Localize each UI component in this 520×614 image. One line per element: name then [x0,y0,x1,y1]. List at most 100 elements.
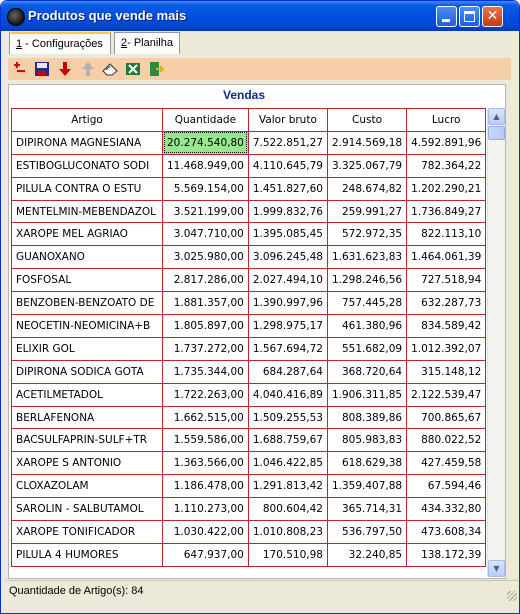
cell-valor-bruto[interactable]: 684.287,64 [247,359,328,384]
cell-custo[interactable]: 805.983,83 [326,428,408,453]
exit-icon[interactable] [148,61,165,77]
table-row[interactable]: MENTELMIN-MEBENDAZOL 3.521.199,00 1.999.83… [11,199,487,224]
table-row[interactable]: XAROPE S ANTONIO 1.363.566,00 1.046.422,85… [11,451,487,476]
cell-valor-bruto[interactable]: 1.390.997,96 [247,291,328,316]
cell-custo[interactable]: 32.240,85 [326,542,408,567]
cell-artigo[interactable]: BERLAFENONA [11,405,163,430]
table-row[interactable]: FOSFOSAL 2.817.286,00 2.027.494,10 1.298.24… [11,268,487,293]
cell-quantidade[interactable]: 1.559.586,00 [162,428,249,453]
column-header-lucro[interactable]: Lucro [406,108,487,132]
cell-custo[interactable]: 808.389,86 [326,405,408,430]
table-row[interactable]: NEOCETIN-NEOMICINA+B 1.805.897,00 1.298.97… [11,314,487,338]
cell-custo[interactable]: 536.797,50 [326,520,408,544]
cell-artigo[interactable]: GUANOXANO [11,245,163,270]
cell-lucro[interactable]: 700.865,67 [406,405,487,430]
table-row[interactable]: BENZOBEN-BENZOATO DE 1.881.357,00 1.390.99… [11,291,487,316]
cell-valor-bruto[interactable]: 1.395.085,45 [247,222,328,247]
cell-artigo[interactable]: FOSFOSAL [11,268,163,293]
cell-lucro[interactable]: 822.113,10 [406,222,487,247]
table-row[interactable]: XAROPE TONIFICADOR 1.030.422,00 1.010.808,… [11,520,487,544]
cell-valor-bruto[interactable]: 1.688.759,67 [247,428,328,453]
table-row[interactable]: GUANOXANO 3.025.980,00 3.096.245,48 1.631.6… [11,245,487,270]
tab-configuracoes[interactable]: 1 - Configurações [9,32,111,54]
cell-custo[interactable]: 259.991,27 [326,199,408,224]
cell-custo[interactable]: 1.359.407,88 [326,474,408,499]
cell-lucro[interactable]: 1.464.061,39 [406,245,487,270]
cell-quantidade[interactable]: 1.363.566,00 [162,451,249,476]
table-row[interactable]: DIPIRONA SODICA GOTA 1.735.344,00 684.287,… [11,359,487,384]
scroll-up-button[interactable]: ▲ [488,108,505,125]
cell-quantidade[interactable]: 1.722.263,00 [162,382,249,407]
cell-custo[interactable]: 365.714,31 [326,497,408,522]
cell-valor-bruto[interactable]: 4.110.645,79 [247,153,328,178]
cell-lucro[interactable]: 727.518,94 [406,268,487,293]
cell-quantidade[interactable]: 1.030.422,00 [162,520,249,544]
cell-custo[interactable]: 461.380,96 [326,314,408,338]
cell-lucro[interactable]: 2.122.539,47 [406,382,487,407]
cell-artigo[interactable]: PILULA CONTRA O ESTU [11,176,163,201]
cell-custo[interactable]: 572.972,35 [326,222,408,247]
cell-valor-bruto[interactable]: 1.567.694,72 [247,336,328,361]
table-row[interactable]: XAROPE MEL AGRIAO 3.047.710,00 1.395.085,4… [11,222,487,247]
cell-artigo[interactable]: BENZOBEN-BENZOATO DE [11,291,163,316]
add-row-icon[interactable] [12,61,28,77]
cell-quantidade[interactable]: 647.937,00 [162,542,249,567]
cell-artigo[interactable]: XAROPE MEL AGRIAO [11,222,163,247]
cell-custo[interactable]: 2.914.569,18 [326,130,408,155]
cell-lucro[interactable]: 4.592.891,96 [406,130,487,155]
cell-artigo[interactable]: ELIXIR GOL [11,336,163,361]
save-icon[interactable] [34,61,50,77]
cell-artigo[interactable]: ACETILMETADOL [11,382,163,407]
column-header-valor-bruto[interactable]: Valor bruto [247,108,328,132]
cell-lucro[interactable]: 434.332,80 [406,497,487,522]
cell-artigo[interactable]: DIPIRONA SODICA GOTA [11,359,163,384]
cell-valor-bruto[interactable]: 3.096.245,48 [247,245,328,270]
column-header-quantidade[interactable]: Quantidade [162,108,249,132]
cell-custo[interactable]: 1.631.623,83 [326,245,408,270]
move-down-icon[interactable] [57,61,73,77]
resize-grip-icon[interactable] [507,591,517,601]
cell-valor-bruto[interactable]: 2.027.494,10 [247,268,328,293]
cell-lucro[interactable]: 1.202.290,21 [406,176,487,201]
cell-custo[interactable]: 3.325.067,79 [326,153,408,178]
cell-valor-bruto[interactable]: 1.999.832,76 [247,199,328,224]
eraser-icon[interactable] [102,61,118,77]
table-row[interactable]: ESTIBOGLUCONATO SODI 11.468.949,00 4.110.6… [11,153,487,178]
cell-lucro[interactable]: 834.589,42 [406,314,487,338]
cell-lucro[interactable]: 1.736.849,27 [406,199,487,224]
scroll-down-button[interactable]: ▼ [488,560,505,577]
cell-quantidade[interactable]: 1.737.272,00 [162,336,249,361]
column-header-artigo[interactable]: Artigo [11,108,163,132]
table-row[interactable]: BERLAFENONA 1.662.515,00 1.509.255,53 808.3… [11,405,487,430]
cell-lucro[interactable]: 138.172,39 [406,542,487,567]
cell-custo[interactable]: 1.298.246,56 [326,268,408,293]
title-bar[interactable]: Produtos que vende mais ✕ [1,1,519,31]
cell-quantidade[interactable]: 3.521.199,00 [162,199,249,224]
table-row[interactable]: BACSULFAPRIN-SULF+TR 1.559.586,00 1.688.75… [11,428,487,453]
excel-export-icon[interactable] [125,61,141,77]
vertical-scrollbar[interactable]: ▲ ▼ [487,108,505,577]
cell-artigo[interactable]: DIPIRONA MAGNESIANA [11,130,163,155]
cell-quantidade[interactable]: 1.110.273,00 [162,497,249,522]
cell-quantidade[interactable]: 2.817.286,00 [162,268,249,293]
table-row[interactable]: SAROLIN - SALBUTAMOL 1.110.273,00 800.604,… [11,497,487,522]
cell-artigo[interactable]: ESTIBOGLUCONATO SODI [11,153,163,178]
maximize-button[interactable] [459,6,480,27]
cell-quantidade[interactable]: 1.735.344,00 [162,359,249,384]
cell-custo[interactable]: 1.906.311,85 [326,382,408,407]
cell-valor-bruto[interactable]: 1.298.975,17 [247,314,328,338]
table-row[interactable]: PILULA CONTRA O ESTU 5.569.154,00 1.451.82… [11,176,487,201]
cell-lucro[interactable]: 473.608,34 [406,520,487,544]
cell-valor-bruto[interactable]: 1.509.255,53 [247,405,328,430]
cell-valor-bruto[interactable]: 1.010.808,23 [247,520,328,544]
cell-lucro[interactable]: 1.012.392,07 [406,336,487,361]
cell-artigo[interactable]: XAROPE TONIFICADOR [11,520,163,544]
scroll-thumb[interactable] [488,126,505,140]
table-row[interactable]: DIPIRONA MAGNESIANA 20.274.540,80 7.522.85… [11,130,487,155]
table-row[interactable]: ELIXIR GOL 1.737.272,00 1.567.694,72 551.68… [11,336,487,361]
cell-quantidade[interactable]: 11.468.949,00 [162,153,249,178]
close-button[interactable]: ✕ [482,6,503,27]
cell-valor-bruto[interactable]: 170.510,98 [247,542,328,567]
cell-custo[interactable]: 618.629,38 [326,451,408,476]
cell-quantidade[interactable]: 1.186.478,00 [162,474,249,499]
